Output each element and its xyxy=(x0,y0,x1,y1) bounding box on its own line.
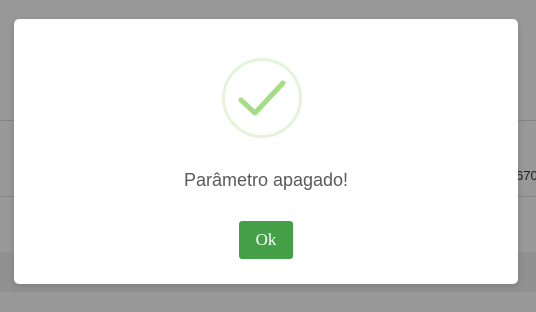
dialog-message: Parâmetro apagado! xyxy=(183,170,349,190)
ok-button[interactable]: Ok xyxy=(239,221,293,259)
alert-dialog: Parâmetro apagado! Ok xyxy=(14,19,518,284)
success-icon xyxy=(222,58,302,138)
check-icon xyxy=(238,80,286,116)
